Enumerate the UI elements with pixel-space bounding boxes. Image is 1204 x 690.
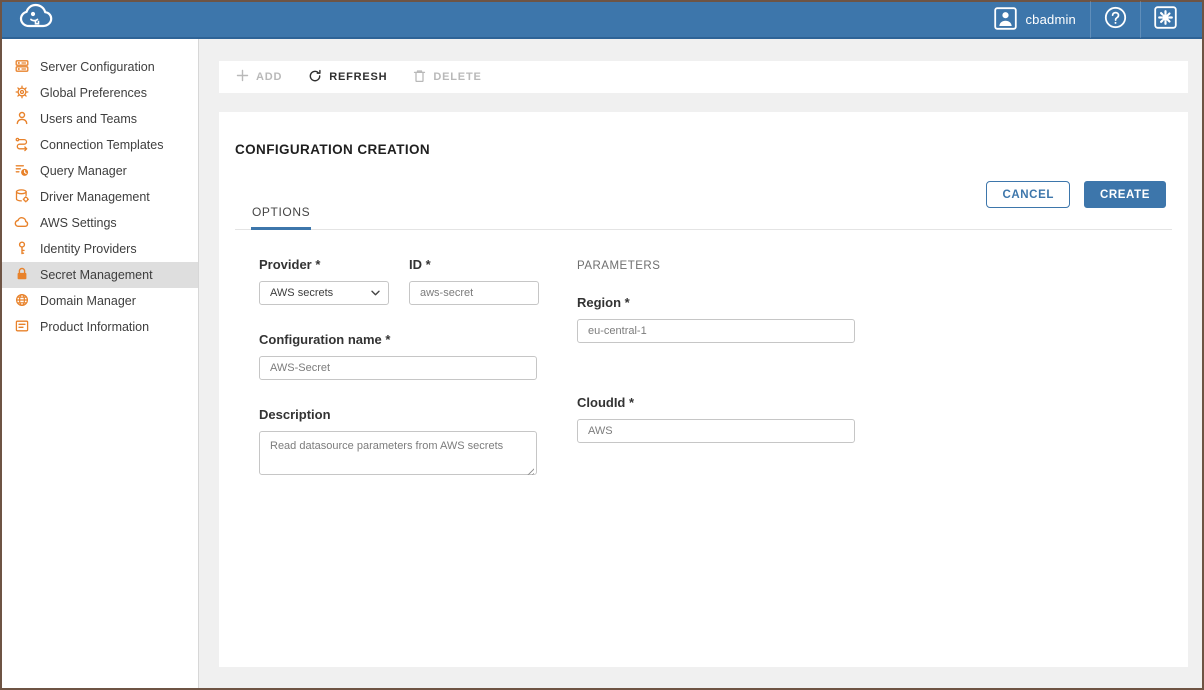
cloud-icon [14,214,30,233]
sidebar-item-label: Identity Providers [40,242,137,256]
document-icon [14,318,30,337]
configuration-name-label: Configuration name * [259,332,537,347]
configuration-form: Provider * AWS secrets ID * [235,230,1172,480]
id-input[interactable] [409,281,539,305]
user-icon [14,110,30,129]
provider-label: Provider * [259,257,389,272]
configuration-name-input[interactable] [259,356,537,380]
sidebar-item-query-manager[interactable]: Query Manager [2,158,198,184]
user-avatar-icon [994,7,1017,33]
sidebar-item-label: Domain Manager [40,294,136,308]
sidebar-item-connection-templates[interactable]: Connection Templates [2,132,198,158]
cloudid-input[interactable] [577,419,855,443]
plus-icon [236,69,249,85]
refresh-icon [308,69,322,86]
history-icon [14,162,30,181]
sidebar-item-identity-providers[interactable]: Identity Providers [2,236,198,262]
lock-icon [14,266,30,285]
tab-options[interactable]: OPTIONS [251,200,311,230]
create-button[interactable]: CREATE [1084,181,1166,208]
sidebar-item-label: AWS Settings [40,216,117,230]
provider-selected-value: AWS secrets [270,287,333,299]
user-name: cbadmin [1025,12,1076,27]
sidebar-item-aws-settings[interactable]: AWS Settings [2,210,198,236]
help-icon [1104,6,1127,34]
globe-icon [14,292,30,311]
top-app-bar: cbadmin [2,2,1202,39]
region-input[interactable] [577,319,855,343]
configuration-creation-panel: CONFIGURATION CREATION CANCEL CREATE OPT… [219,112,1188,667]
main-content: ADD REFRESH DELETE [199,39,1202,688]
sidebar-item-label: Secret Management [40,268,153,282]
parameters-section-title: PARAMETERS [577,260,855,272]
sidebar-item-domain-manager[interactable]: Domain Manager [2,288,198,314]
cancel-button[interactable]: CANCEL [986,181,1070,208]
sidebar-item-label: Product Information [40,320,149,334]
gear-icon [1154,6,1177,34]
route-icon [14,136,30,155]
help-button[interactable] [1091,2,1140,37]
id-label: ID * [409,257,539,272]
delete-button[interactable]: DELETE [413,69,481,86]
settings-button[interactable] [1141,2,1190,37]
form-column-left: Provider * AWS secrets ID * [259,257,537,480]
provider-select[interactable]: AWS secrets [259,281,389,305]
sidebar-item-label: Global Preferences [40,86,147,100]
sidebar-item-secret-management[interactable]: Secret Management [2,262,198,288]
gear-icon [14,84,30,103]
region-label: Region * [577,295,855,310]
user-menu[interactable]: cbadmin [980,2,1090,37]
sidebar-item-label: Connection Templates [40,138,163,152]
description-textarea[interactable]: Read datasource parameters from AWS secr… [259,431,537,475]
server-icon [14,58,30,77]
form-column-parameters: PARAMETERS Region * CloudId * [577,257,855,480]
sidebar-item-label: Server Configuration [40,60,155,74]
list-toolbar: ADD REFRESH DELETE [219,61,1188,93]
sidebar-item-driver-management[interactable]: Driver Management [2,184,198,210]
sidebar-item-label: Query Manager [40,164,127,178]
sidebar-item-users-and-teams[interactable]: Users and Teams [2,106,198,132]
page-title: CONFIGURATION CREATION [235,142,1172,157]
database-icon [14,188,30,207]
sidebar-item-product-information[interactable]: Product Information [2,314,198,340]
key-icon [14,240,30,259]
chevron-down-icon [371,288,380,298]
cloudid-label: CloudId * [577,395,855,410]
trash-icon [413,69,426,86]
description-label: Description [259,407,537,422]
refresh-button[interactable]: REFRESH [308,69,387,86]
sidebar-item-global-preferences[interactable]: Global Preferences [2,80,198,106]
cloudbeaver-logo-icon [15,2,67,37]
sidebar-item-label: Users and Teams [40,112,137,126]
sidebar-item-label: Driver Management [40,190,150,204]
add-button[interactable]: ADD [236,69,282,85]
sidebar-item-server-configuration[interactable]: Server Configuration [2,54,198,80]
admin-sidebar: Server Configuration Global Preferences … [2,39,199,688]
